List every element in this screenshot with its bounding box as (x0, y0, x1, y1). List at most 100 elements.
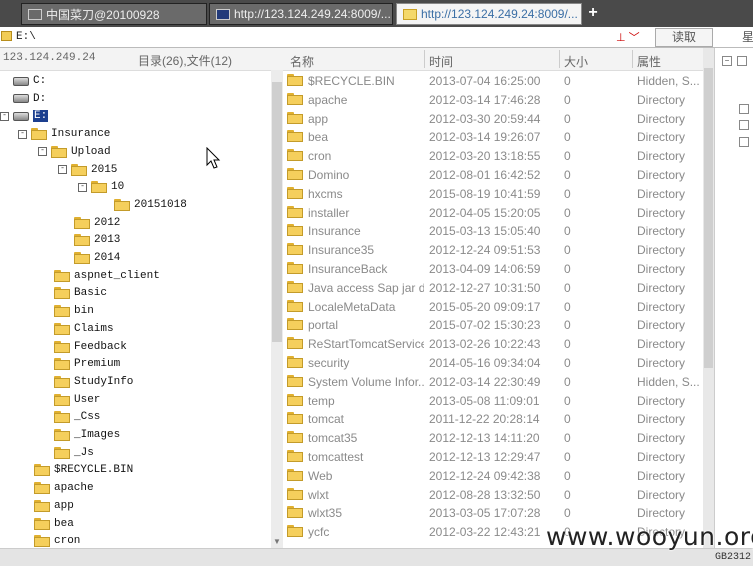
folder-icon (54, 411, 70, 424)
tree-node[interactable]: bea (34, 515, 74, 533)
tab-strip: 中国菜刀@20100928 http://123.124.249.24:8009… (0, 0, 753, 27)
file-attributes: Directory (637, 487, 686, 502)
tree-node[interactable]: app (34, 497, 74, 515)
file-size: 0 (564, 74, 571, 88)
file-row[interactable]: wlxt 2012-08-28 13:32:50 0 Directory (283, 485, 703, 504)
file-row[interactable]: apache 2012-03-14 17:46:28 0 Directory (283, 90, 703, 109)
extra-button[interactable]: 星 (742, 28, 753, 45)
file-row[interactable]: System Volume Infor... 2012-03-14 22:30:4… (283, 372, 703, 391)
tree-node[interactable]: StudyInfo (54, 373, 133, 391)
hand-icon[interactable] (739, 120, 749, 130)
file-name: portal (308, 318, 339, 333)
tree-node[interactable]: bin (54, 302, 94, 320)
tab-terminal[interactable]: http://123.124.249.24:8009/... (209, 3, 393, 25)
file-row[interactable]: app 2012-03-30 20:59:44 0 Directory (283, 109, 703, 128)
file-time: 2012-08-28 13:32:50 (429, 487, 541, 502)
scroll-down-icon[interactable]: ▼ (273, 537, 281, 546)
file-row[interactable]: security 2014-05-16 09:34:04 0 Directory (283, 353, 703, 372)
tree-node[interactable]: 20151018 (114, 196, 187, 214)
file-row[interactable]: LocaleMetaData 2015-05-20 09:09:17 0 Direct… (283, 297, 703, 316)
tree-node[interactable]: aspnet_client (54, 267, 160, 285)
tree-node[interactable]: apache (34, 479, 94, 497)
tree-node[interactable]: - Upload (38, 143, 111, 161)
file-row[interactable]: Insurance 2015-03-13 15:05:40 0 Directory (283, 221, 703, 240)
file-row[interactable]: Web 2012-12-24 09:42:38 0 Directory (283, 466, 703, 485)
tree-node[interactable]: 2013 (74, 231, 120, 249)
file-row[interactable]: $RECYCLE.BIN 2013-07-04 16:25:00 0 Hidden, … (283, 71, 703, 90)
tree-node[interactable]: Premium (54, 355, 120, 373)
tree-node[interactable]: 2014 (74, 249, 120, 267)
file-row[interactable]: ReStartTomcatService 2013-02-26 10:22:43 0… (283, 334, 703, 353)
tree-node[interactable]: 2012 (74, 214, 120, 232)
file-row[interactable]: installer 2012-04-05 15:20:05 0 Directory (283, 203, 703, 222)
file-row[interactable]: temp 2013-05-08 11:09:01 0 Directory (283, 391, 703, 410)
tree-node[interactable]: Claims (54, 320, 114, 338)
collapse-toggle-icon[interactable]: - (38, 147, 47, 157)
tree-node[interactable]: $RECYCLE.BIN (34, 461, 133, 479)
tree-node[interactable]: _Css (54, 408, 100, 426)
file-row[interactable]: Insurance35 2012-12-24 09:51:53 0 Directory (283, 240, 703, 259)
folder-icon (31, 128, 47, 141)
tree-node[interactable]: D: (0, 90, 46, 108)
column-attributes[interactable]: 属性 (637, 53, 661, 70)
path-input[interactable] (16, 29, 614, 44)
tree-node-label: app (54, 499, 74, 512)
file-row[interactable]: InsuranceBack 2013-04-09 14:06:59 0 Directo… (283, 259, 703, 278)
path-dropdown[interactable]: ⊥ ﹀ (616, 29, 640, 45)
tree-node[interactable]: cron (34, 532, 80, 548)
tree-node[interactable]: Basic (54, 284, 107, 302)
screen-icon[interactable] (739, 104, 749, 114)
collapse-icon[interactable]: − (722, 56, 732, 66)
file-row[interactable]: Domino 2012-08-01 16:42:52 0 Directory (283, 165, 703, 184)
column-size[interactable]: 大小 (564, 53, 588, 70)
scroll-thumb[interactable] (272, 82, 282, 342)
file-attributes: Directory (637, 243, 686, 258)
tab-label: 中国菜刀@20100928 (46, 7, 160, 22)
tree-node[interactable]: _Js (54, 444, 94, 462)
tree-node[interactable]: Feedback (54, 338, 127, 356)
collapse-toggle-icon[interactable]: - (58, 165, 67, 174)
file-row[interactable]: wlxt35 2013-03-05 17:07:28 0 Directory (283, 503, 703, 522)
file-row[interactable]: cron 2012-03-20 13:18:55 0 Directory (283, 146, 703, 165)
collapse-toggle-icon[interactable]: - (78, 182, 87, 192)
tree-node[interactable]: - E: (0, 107, 49, 125)
file-row[interactable]: portal 2015-07-02 15:30:23 0 Directory (283, 315, 703, 334)
folder-icon (403, 8, 417, 20)
page-icon[interactable] (739, 137, 749, 147)
file-list-scrollbar[interactable] (703, 48, 714, 548)
tree-node[interactable]: - 2015 (58, 161, 117, 179)
column-time[interactable]: 时间 (429, 53, 453, 70)
collapse-toggle-icon[interactable]: - (18, 129, 27, 139)
collapse-toggle-icon[interactable]: - (0, 111, 9, 121)
tree-node[interactable]: _Images (54, 426, 120, 444)
folder-icon (287, 506, 303, 519)
file-row[interactable]: Java access Sap jar dll 2012-12-27 10:31:… (283, 278, 703, 297)
file-name: tomcattest (308, 450, 364, 464)
tree-node[interactable]: - 10 (78, 178, 124, 196)
tree-scrollbar[interactable]: ▼ (271, 70, 283, 548)
tree-node[interactable]: - Insurance (18, 125, 110, 143)
folder-icon (287, 487, 303, 500)
folder-icon (34, 464, 50, 477)
file-row[interactable]: tomcat 2011-12-22 20:28:14 0 Directory (283, 409, 703, 428)
folder-icon (1, 31, 12, 41)
file-row[interactable]: hxcms 2015-08-19 10:41:59 0 Directory (283, 184, 703, 203)
file-time: 2012-12-13 12:29:47 (429, 450, 541, 464)
tab-main[interactable]: 中国菜刀@20100928 (21, 3, 207, 25)
file-time: 2014-05-16 09:34:04 (429, 356, 541, 370)
host-address: 123.124.249.24 (3, 52, 96, 64)
scroll-thumb[interactable] (704, 68, 713, 368)
file-attributes: Directory (637, 412, 686, 427)
file-row[interactable]: tomcattest 2012-12-13 12:29:47 0 Directory (283, 447, 703, 466)
tree-node[interactable]: C: (0, 72, 46, 90)
new-tab-button[interactable]: + (585, 4, 601, 22)
column-name[interactable]: 名称 (290, 53, 314, 70)
file-size: 0 (564, 262, 571, 276)
file-size: 0 (564, 205, 571, 220)
read-button[interactable]: 读取 (655, 28, 713, 47)
file-row[interactable]: bea 2012-03-14 19:26:07 0 Directory (283, 127, 703, 146)
tab-file-manager[interactable]: http://123.124.249.24:8009/... (396, 3, 582, 25)
file-row[interactable]: tomcat35 2012-12-13 14:11:20 0 Directory (283, 428, 703, 447)
tree-node[interactable]: User (54, 391, 100, 409)
folder-icon (74, 234, 90, 247)
